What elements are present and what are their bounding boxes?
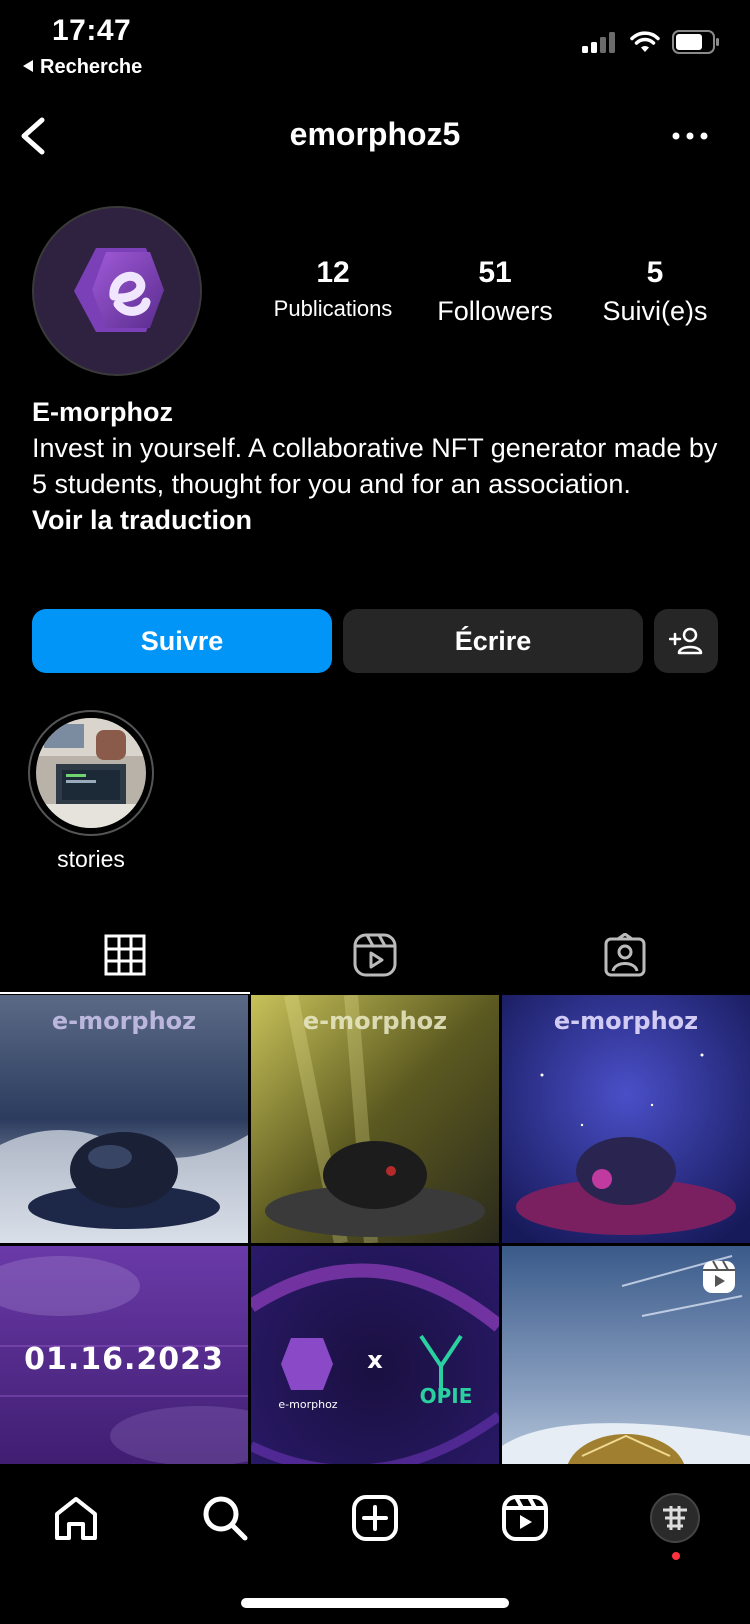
post-logo-text: e-morphoz bbox=[553, 1007, 699, 1035]
new-post-icon bbox=[352, 1495, 398, 1541]
back-triangle-icon bbox=[22, 56, 34, 79]
profile-avatar[interactable] bbox=[32, 206, 202, 376]
profile-display-name: E-morphoz bbox=[32, 397, 173, 427]
followers-label: Followers bbox=[437, 296, 553, 326]
reels-icon bbox=[502, 1495, 548, 1541]
reels-badge-icon bbox=[702, 1260, 736, 1294]
back-to-app-link[interactable]: Recherche bbox=[22, 56, 142, 79]
add-person-icon bbox=[669, 627, 703, 655]
highlight-thumbnail bbox=[36, 718, 146, 828]
home-indicator[interactable] bbox=[241, 1598, 509, 1608]
highlight-label: stories bbox=[57, 846, 125, 872]
post-logo-text: e-morphoz bbox=[278, 1398, 338, 1411]
following-count: 5 bbox=[646, 256, 664, 289]
back-app-label: Recherche bbox=[40, 56, 143, 78]
post-logo-text: e-morphoz bbox=[302, 1007, 448, 1035]
tab-reels[interactable] bbox=[250, 918, 500, 992]
post-1[interactable]: e-morphoz bbox=[0, 995, 248, 1243]
message-button[interactable]: Écrire bbox=[343, 609, 643, 673]
tagged-icon bbox=[604, 933, 646, 977]
post-cross-text: x bbox=[367, 1346, 383, 1374]
reels-icon bbox=[353, 933, 397, 977]
post-partner-text: OPIE bbox=[419, 1384, 473, 1408]
posts-label: Publications bbox=[273, 296, 393, 321]
post-2[interactable]: e-morphoz bbox=[251, 995, 499, 1243]
followers-count: 51 bbox=[478, 256, 512, 289]
nav-reels[interactable] bbox=[495, 1488, 555, 1548]
more-horizontal-icon bbox=[672, 132, 708, 140]
active-tab-indicator bbox=[0, 992, 250, 994]
signal-icon bbox=[582, 31, 618, 58]
following-label: Suivi(e)s bbox=[602, 296, 708, 326]
post-4[interactable]: 01.16.2023 bbox=[0, 1246, 248, 1464]
emorphoz-logo bbox=[34, 208, 200, 374]
story-highlight[interactable] bbox=[28, 710, 154, 836]
nav-new-post[interactable] bbox=[345, 1488, 405, 1548]
stat-followers[interactable]: 51 Followers bbox=[420, 256, 570, 327]
profile-bio: Invest in yourself. A collaborative NFT … bbox=[32, 433, 718, 499]
nav-home[interactable] bbox=[46, 1488, 106, 1548]
search-icon bbox=[203, 1496, 248, 1541]
grid-icon bbox=[104, 934, 146, 976]
follow-button[interactable]: Suivre bbox=[32, 609, 332, 673]
notification-dot bbox=[672, 1552, 680, 1560]
stat-posts[interactable]: 12 Publications bbox=[258, 256, 408, 322]
post-logo-text: e-morphoz bbox=[51, 1007, 197, 1035]
wifi-icon bbox=[630, 31, 660, 58]
tab-tagged[interactable] bbox=[500, 918, 750, 992]
nav-search[interactable] bbox=[195, 1488, 255, 1548]
tab-grid[interactable] bbox=[0, 918, 250, 992]
nav-profile[interactable] bbox=[645, 1488, 705, 1548]
suggested-accounts-button[interactable] bbox=[654, 609, 718, 673]
see-translation-link[interactable]: Voir la traduction bbox=[32, 502, 722, 538]
battery-icon bbox=[672, 30, 720, 59]
post-3[interactable]: e-morphoz bbox=[502, 995, 750, 1243]
profile-bio-section: E-morphoz Invest in yourself. A collabor… bbox=[32, 394, 722, 538]
status-icons bbox=[582, 30, 720, 59]
posts-count: 12 bbox=[316, 256, 350, 289]
post-5[interactable]: e-morphoz x OPIE bbox=[251, 1246, 499, 1464]
profile-username: emorphoz5 bbox=[289, 116, 461, 152]
post-6[interactable] bbox=[502, 1246, 750, 1464]
stat-following[interactable]: 5 Suivi(e)s bbox=[580, 256, 730, 327]
status-time: 17:47 bbox=[52, 14, 132, 47]
post-date-text: 01.16.2023 bbox=[24, 1342, 224, 1377]
home-icon bbox=[55, 1497, 97, 1540]
more-options-button[interactable] bbox=[670, 128, 710, 144]
profile-avatar bbox=[650, 1493, 700, 1543]
